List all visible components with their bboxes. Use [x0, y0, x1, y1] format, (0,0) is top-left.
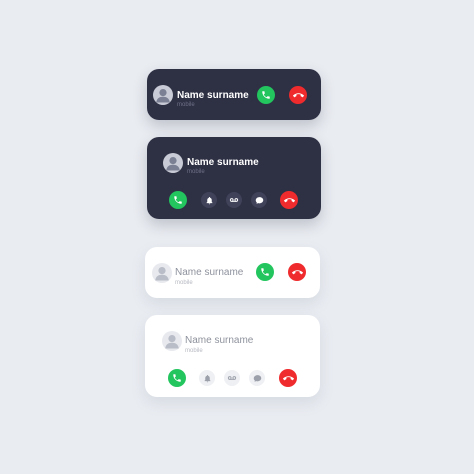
hang-up-icon: [283, 197, 295, 202]
incoming-call-card-dark-expanded: Name surname mobile: [147, 137, 321, 219]
incoming-call-card-light-compact: Name surname mobile: [145, 247, 320, 298]
incoming-call-card-dark-compact: Name surname mobile: [147, 69, 321, 120]
hang-up-icon: [291, 269, 303, 274]
phone-icon: [174, 196, 182, 204]
phone-icon: [261, 268, 269, 276]
person-icon: [165, 335, 179, 349]
decline-call-button[interactable]: [289, 86, 307, 104]
message-button[interactable]: [249, 370, 265, 386]
caller-avatar: [152, 263, 172, 283]
person-icon: [155, 267, 169, 281]
caller-avatar: [163, 153, 183, 173]
person-icon: [166, 157, 180, 171]
person-icon: [156, 89, 170, 103]
remind-me-button[interactable]: [199, 370, 215, 386]
caller-name: Name surname: [175, 267, 244, 278]
accept-call-button[interactable]: [256, 263, 274, 281]
caller-type: mobile: [187, 169, 205, 175]
incoming-call-card-light-expanded: Name surname mobile: [145, 315, 320, 397]
hang-up-icon: [292, 92, 304, 97]
bell-icon: [206, 196, 212, 204]
accept-call-button[interactable]: [168, 369, 186, 387]
message-button[interactable]: [251, 192, 267, 208]
caller-avatar: [153, 85, 173, 105]
caller-type: mobile: [175, 280, 193, 286]
phone-icon: [262, 91, 270, 99]
voicemail-icon: [227, 376, 237, 380]
caller-type: mobile: [185, 348, 203, 354]
caller-avatar: [162, 331, 182, 351]
decline-call-button[interactable]: [279, 369, 297, 387]
accept-call-button[interactable]: [169, 191, 187, 209]
accept-call-button[interactable]: [257, 86, 275, 104]
chat-bubble-icon: [253, 374, 261, 382]
remind-me-button[interactable]: [201, 192, 217, 208]
caller-name: Name surname: [177, 90, 249, 101]
voicemail-icon: [229, 198, 239, 202]
hang-up-icon: [282, 375, 294, 380]
decline-call-button[interactable]: [288, 263, 306, 281]
phone-icon: [173, 374, 181, 382]
decline-call-button[interactable]: [280, 191, 298, 209]
voicemail-button[interactable]: [224, 370, 240, 386]
caller-name: Name surname: [185, 335, 254, 346]
voicemail-button[interactable]: [226, 192, 242, 208]
chat-bubble-icon: [255, 196, 263, 204]
caller-name: Name surname: [187, 157, 259, 168]
bell-icon: [204, 374, 210, 382]
caller-type: mobile: [177, 102, 195, 108]
